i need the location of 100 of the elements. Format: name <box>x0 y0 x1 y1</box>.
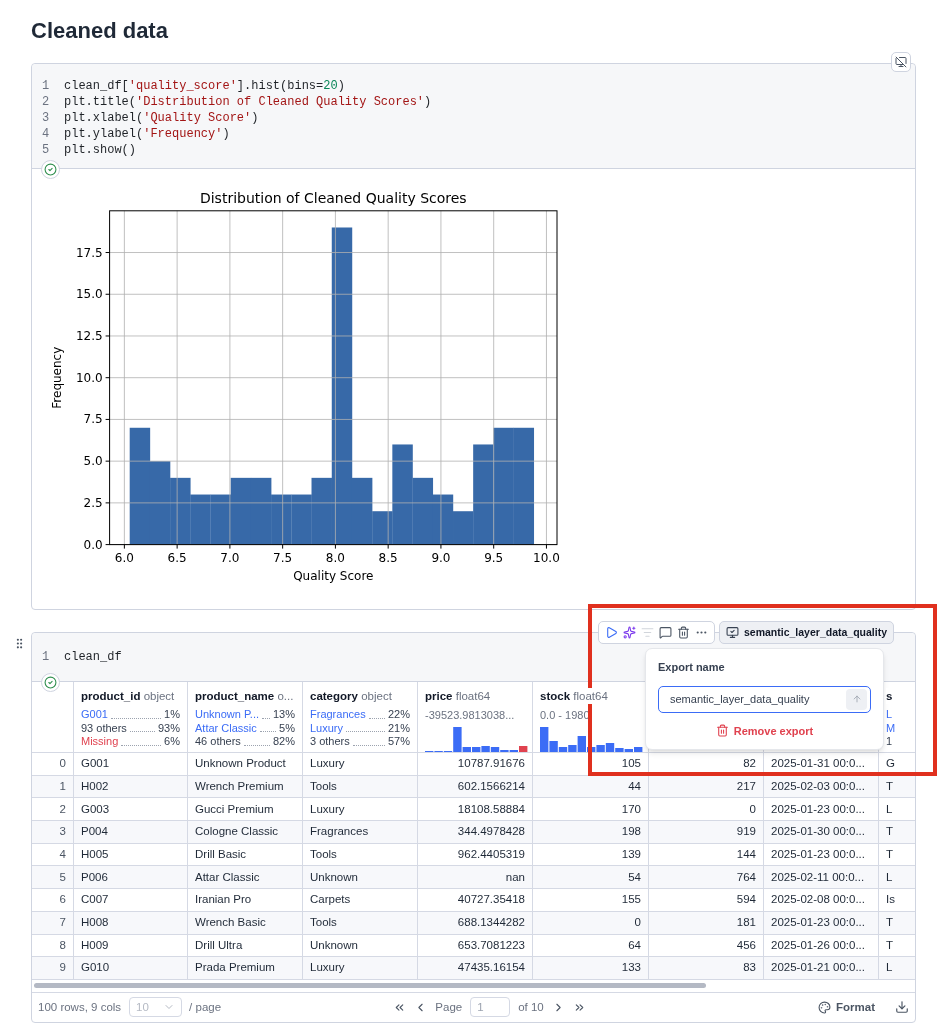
table-cell-text: 653.7081223 <box>457 937 525 953</box>
histogram-bar <box>291 494 312 545</box>
line-number: 3 <box>42 111 50 125</box>
table-cell-text: nan <box>505 869 525 885</box>
table-cell-text: G001 <box>81 756 110 772</box>
row-index: 5 <box>59 869 66 885</box>
page-total: of 10 <box>518 999 544 1015</box>
table-cell-text: 64 <box>628 937 641 953</box>
summary-share: 5% <box>279 721 295 735</box>
summary-share: 21% <box>387 721 410 735</box>
sparkle-icon[interactable] <box>623 626 636 639</box>
comment-icon[interactable] <box>659 626 672 639</box>
table-cell-text: H009 <box>81 937 109 953</box>
table-cell-text: G <box>886 756 895 772</box>
column-header[interactable]: stock float64 <box>540 688 608 704</box>
x-tick-label: 8.0 <box>325 550 345 565</box>
histogram-bar <box>190 494 211 545</box>
row-index: 0 <box>59 756 66 772</box>
table-cell-text: 83 <box>743 960 756 976</box>
table-cell-text: T <box>886 915 894 931</box>
table-cell-text: L <box>886 960 893 976</box>
remove-export-button[interactable]: Remove export <box>715 722 814 739</box>
table-cell-text: 44 <box>628 778 641 794</box>
x-tick-label: 6.0 <box>114 550 134 565</box>
export-name-label: Export name <box>658 660 726 675</box>
table-cell-text: H008 <box>81 915 109 931</box>
table-cell-text: C007 <box>81 892 109 908</box>
table-cell-text: 18108.58884 <box>457 801 525 817</box>
x-tick-label: 8.5 <box>378 550 398 565</box>
format-button[interactable]: Format <box>818 998 875 1016</box>
table-cell-text: 105 <box>621 756 641 772</box>
y-tick-label: 12.5 <box>75 329 103 343</box>
summary-share: 22% <box>387 708 410 722</box>
x-tick-label: 9.0 <box>431 550 451 565</box>
table-cell-text: Prada Premium <box>195 960 275 976</box>
table-cell-text: Attar Classic <box>195 869 260 885</box>
trash-icon <box>715 724 729 738</box>
chart-title: Distribution of Cleaned Quality Scores <box>199 190 467 206</box>
line-number: 4 <box>42 127 50 141</box>
table-cell-text: 344.4978428 <box>457 824 525 840</box>
table-cell-text: 133 <box>621 960 641 976</box>
table-cell-text: 2025-01-30 00:0... <box>771 824 865 840</box>
table-cell-text: 155 <box>621 892 641 908</box>
summary-label: 93 others <box>81 721 127 735</box>
table-cell-text: Is <box>886 892 895 908</box>
table-cell-text: Luxury <box>310 756 345 772</box>
table-cell-text: 10787.91676 <box>457 756 525 772</box>
table-cell-text: Unknown Product <box>195 756 286 772</box>
table-cell-text: Iranian Pro <box>195 892 252 908</box>
row-index: 6 <box>59 892 66 908</box>
code-line: plt.xlabel('Quality Score') <box>64 110 259 126</box>
run-icon[interactable] <box>605 626 618 639</box>
code-line: plt.ylabel('Frequency') <box>64 126 230 142</box>
y-tick-label: 0.0 <box>83 537 103 552</box>
row-index: 2 <box>59 801 66 817</box>
table-cell-text: 2025-02-08 00:0... <box>771 892 865 908</box>
summary-label: L <box>886 708 893 722</box>
section-title: Cleaned data <box>31 17 168 45</box>
per-page-label: / page <box>189 999 222 1015</box>
code-line: plt.title('Distribution of Cleaned Quality Scores') <box>64 94 432 110</box>
table-cell-text: P006 <box>81 869 108 885</box>
export-badge[interactable]: semantic_layer_data_quality <box>719 621 894 644</box>
table-cell-text: 170 <box>621 801 641 817</box>
code-line: clean_df['quality_score'].hist(bins=20) <box>64 78 345 94</box>
y-tick-label: 5.0 <box>83 454 103 469</box>
table-cell-text: T <box>886 778 894 794</box>
x-tick-label: 6.5 <box>167 550 187 565</box>
summary-label: Attar Classic <box>195 721 257 735</box>
horizontal-scrollbar[interactable] <box>34 983 706 989</box>
palette-icon <box>818 1000 831 1014</box>
table-cell-text: 217 <box>736 778 756 794</box>
code-line: clean_df <box>64 649 122 665</box>
table-cell-text: T <box>886 846 894 862</box>
summary-label: G001 <box>81 708 108 722</box>
summary-label: Luxury <box>310 721 344 735</box>
table-cell-text: 198 <box>621 824 641 840</box>
table-cell-text: 54 <box>628 869 641 885</box>
summary-share: 82% <box>272 735 295 749</box>
y-tick-label: 15.0 <box>75 287 103 302</box>
table-cell-text: 40727.35418 <box>457 892 525 908</box>
table-cell-text: 2025-01-31 00:0... <box>771 756 865 772</box>
line-number: 5 <box>42 143 50 157</box>
table-cell-text: 919 <box>736 824 756 840</box>
line-number: 1 <box>42 650 50 664</box>
table-cell-text: Unknown <box>310 937 358 953</box>
download-icon[interactable] <box>895 1000 909 1015</box>
line-number: 2 <box>42 95 50 109</box>
hide-output-icon[interactable] <box>891 52 911 72</box>
row-index: 8 <box>59 937 66 953</box>
table-cell-text: Unknown <box>310 869 358 885</box>
table-cell-text: T <box>886 824 894 840</box>
delete-icon[interactable] <box>677 626 690 639</box>
y-tick-label: 2.5 <box>83 495 103 510</box>
table-cell-text: G003 <box>81 801 110 817</box>
summary-label: M <box>886 721 896 735</box>
export-name-field[interactable]: semantic_layer_data_quality <box>658 685 871 713</box>
table-cell-text: 688.1344282 <box>457 915 525 931</box>
line-number: 1 <box>42 79 50 93</box>
summary-share: 13% <box>272 708 295 722</box>
table-cell-text: 456 <box>736 937 756 953</box>
